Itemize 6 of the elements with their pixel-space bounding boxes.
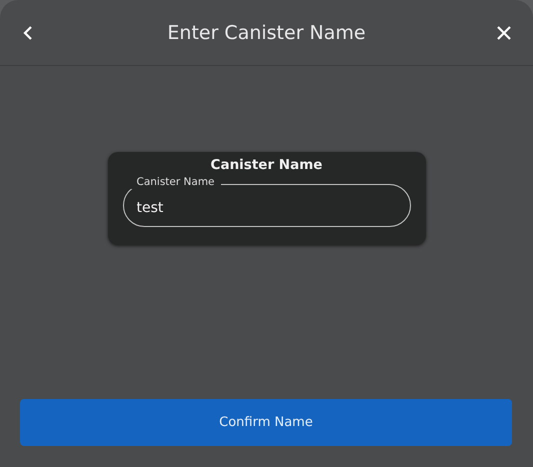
dialog-title: Enter Canister Name	[167, 22, 366, 44]
input-field[interactable]: test	[122, 184, 410, 227]
field-label: Canister Name	[130, 176, 221, 189]
close-icon[interactable]	[495, 24, 513, 42]
confirm-button[interactable]: Confirm Name	[20, 399, 512, 446]
card-title: Canister Name	[210, 157, 322, 174]
